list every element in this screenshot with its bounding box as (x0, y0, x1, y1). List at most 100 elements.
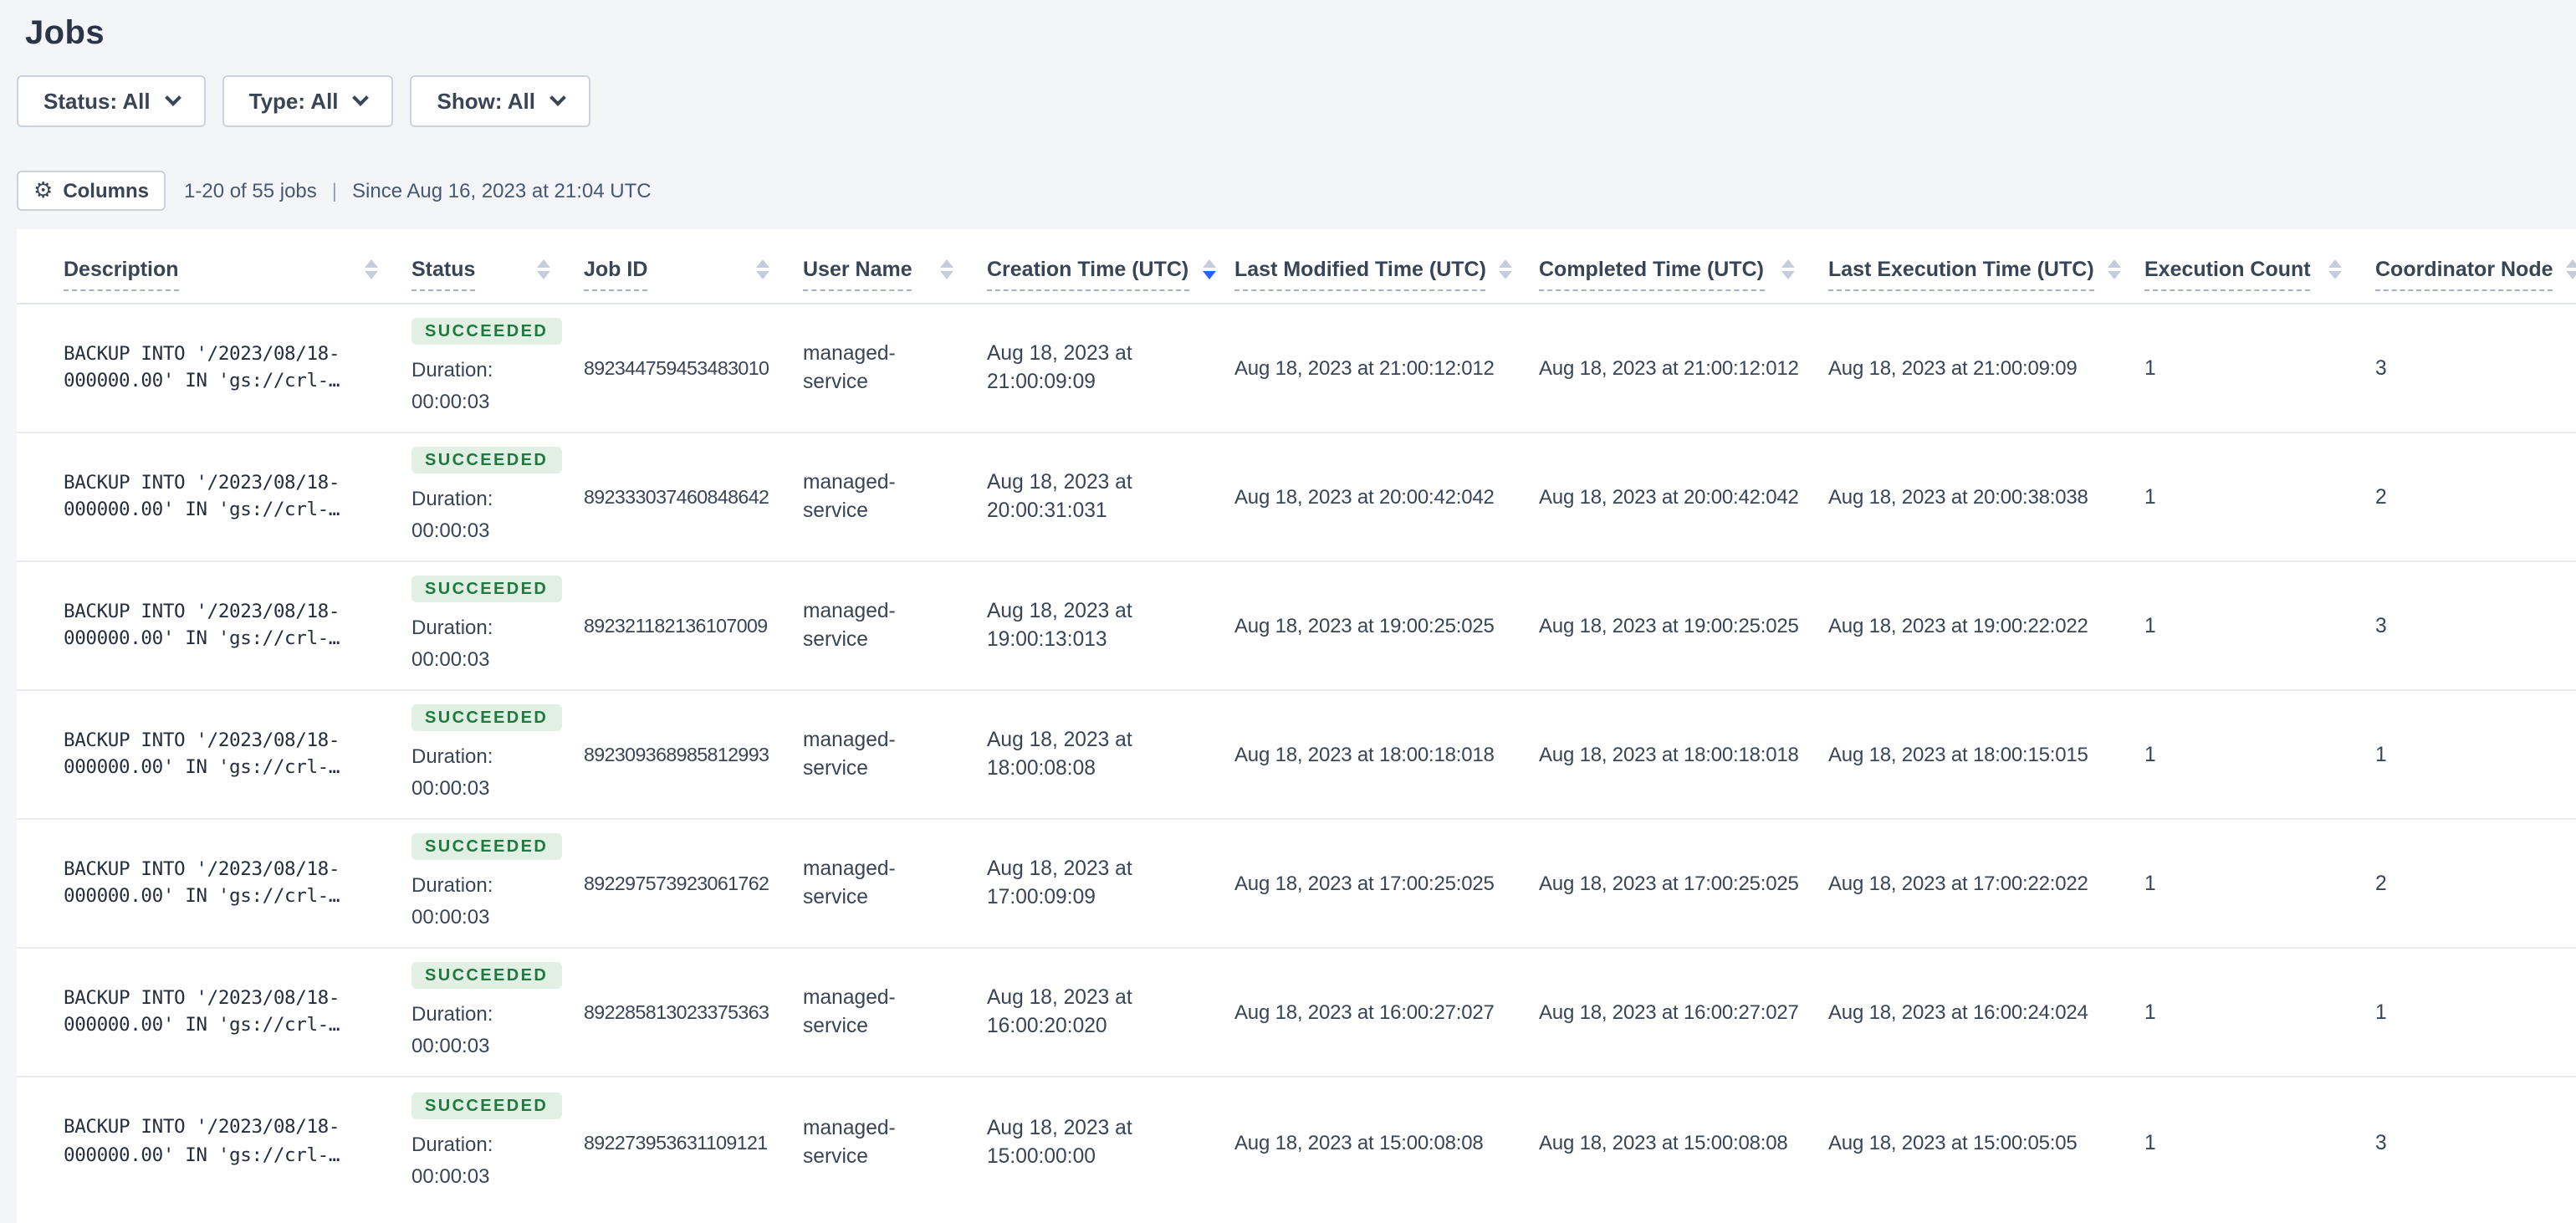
status-cell: SUCCEEDED Duration: 00:00:03 (411, 949, 584, 1077)
column-header-coordinator-node[interactable]: Coordinator Node (2375, 229, 2576, 304)
last-execution-time: Aug 18, 2023 at 21:00:09:09 (1828, 356, 2078, 380)
coordinator-node-cell: 2 (2375, 820, 2576, 949)
table-row: BACKUP INTO '/2023/08/18- 000000.00' IN … (17, 691, 2576, 820)
creation-time: Aug 18, 2023 at 20:00:31:031 (987, 468, 1198, 525)
user-name-cell: managed-service (803, 820, 987, 949)
job-description-link[interactable]: BACKUP INTO '/2023/08/18- (64, 985, 378, 1012)
completed-time-cell: Aug 18, 2023 at 18:00:18:018 (1539, 691, 1828, 820)
job-id-cell: 892333037460848642 (584, 433, 803, 562)
table-row: BACKUP INTO '/2023/08/18- 000000.00' IN … (17, 433, 2576, 562)
execution-count: 1 (2144, 1000, 2156, 1024)
coordinator-node-cell: 3 (2375, 304, 2576, 433)
user-name: managed-service (803, 1113, 950, 1170)
sort-desc-icon (1202, 259, 1215, 279)
job-id-cell: 892285813023375363 (584, 949, 803, 1077)
sort-icon (940, 259, 953, 279)
table-row: BACKUP INTO '/2023/08/18- 000000.00' IN … (17, 562, 2576, 691)
status-badge: SUCCEEDED (411, 962, 561, 989)
user-name-cell: managed-service (803, 1077, 987, 1206)
column-header-completed-time[interactable]: Completed Time (UTC) (1539, 229, 1828, 304)
last-modified-time: Aug 18, 2023 at 21:00:12:012 (1234, 356, 1495, 380)
column-header-last-execution-time[interactable]: Last Execution Time (UTC) (1828, 229, 2144, 304)
execution-count-cell: 1 (2144, 820, 2375, 949)
status-cell: SUCCEEDED Duration: 00:00:03 (411, 433, 584, 562)
job-id: 892333037460848642 (584, 487, 769, 509)
job-id-cell: 892297573923061762 (584, 820, 803, 949)
description-cell: BACKUP INTO '/2023/08/18- 000000.00' IN … (17, 691, 411, 820)
columns-button-label: Columns (63, 179, 149, 202)
user-name-cell: managed-service (803, 949, 987, 1077)
coordinator-node: 2 (2375, 485, 2387, 509)
column-header-creation-time[interactable]: Creation Time (UTC) (987, 229, 1234, 304)
column-header-execution-count[interactable]: Execution Count (2144, 229, 2375, 304)
job-description-link[interactable]: 000000.00' IN 'gs://crl-… (64, 883, 378, 911)
execution-count: 1 (2144, 1130, 2156, 1154)
user-name: managed-service (803, 340, 950, 397)
jobs-table: Description Status Job ID User Name (17, 229, 2576, 1223)
sort-icon (365, 259, 378, 279)
job-description-link[interactable]: 000000.00' IN 'gs://crl-… (64, 755, 378, 782)
job-description-link[interactable]: 000000.00' IN 'gs://crl-… (64, 368, 378, 396)
column-header-job-id[interactable]: Job ID (584, 229, 803, 304)
job-description-link[interactable]: BACKUP INTO '/2023/08/18- (64, 340, 378, 368)
coordinator-node: 1 (2375, 1000, 2387, 1024)
completed-time: Aug 18, 2023 at 15:00:08:08 (1539, 1130, 1788, 1154)
column-header-description[interactable]: Description (17, 229, 411, 304)
creation-time-cell: Aug 18, 2023 at 15:00:00:00 (987, 1077, 1234, 1206)
status-filter-label: Status: All (43, 89, 151, 114)
table-row: BACKUP INTO '/2023/08/18- 000000.00' IN … (17, 949, 2576, 1077)
job-id-cell: 892273953631109121 (584, 1077, 803, 1206)
gear-icon: ⚙ (33, 180, 53, 202)
description-cell: BACKUP INTO '/2023/08/18- 000000.00' IN … (17, 562, 411, 691)
execution-count: 1 (2144, 356, 2156, 380)
type-filter-dropdown[interactable]: Type: All (222, 75, 394, 127)
job-id: 892285813023375363 (584, 1002, 769, 1024)
coordinator-node-cell: 1 (2375, 949, 2576, 1077)
user-name-cell: managed-service (803, 691, 987, 820)
job-description-link[interactable]: BACKUP INTO '/2023/08/18- (64, 727, 378, 755)
table-row: BACKUP INTO '/2023/08/18- 000000.00' IN … (17, 1077, 2576, 1206)
user-name-cell: managed-service (803, 562, 987, 691)
status-badge: SUCCEEDED (411, 576, 561, 602)
last-execution-time-cell: Aug 18, 2023 at 19:00:22:022 (1828, 562, 2144, 691)
column-header-user-name[interactable]: User Name (803, 229, 987, 304)
job-description-link[interactable]: BACKUP INTO '/2023/08/18- (64, 856, 378, 883)
last-execution-time: Aug 18, 2023 at 17:00:22:022 (1828, 872, 2088, 895)
coordinator-node: 3 (2375, 614, 2387, 637)
column-header-last-modified-time[interactable]: Last Modified Time (UTC) (1234, 229, 1539, 304)
show-filter-label: Show: All (437, 89, 536, 114)
job-description-link[interactable]: BACKUP INTO '/2023/08/18- (64, 1114, 378, 1142)
job-description-link[interactable]: 000000.00' IN 'gs://crl-… (64, 1142, 378, 1169)
status-cell: SUCCEEDED Duration: 00:00:03 (411, 304, 584, 433)
table-toolbar: ⚙ Columns 1-20 of 55 jobs | Since Aug 16… (17, 171, 2576, 211)
last-modified-time: Aug 18, 2023 at 20:00:42:042 (1234, 485, 1495, 509)
sort-icon (1781, 259, 1795, 279)
creation-time: Aug 18, 2023 at 21:00:09:09 (987, 340, 1198, 397)
execution-count-cell: 1 (2144, 433, 2375, 562)
job-duration: Duration: 00:00:03 (411, 484, 529, 547)
show-filter-dropdown[interactable]: Show: All (411, 75, 591, 127)
status-cell: SUCCEEDED Duration: 00:00:03 (411, 820, 584, 949)
chevron-down-icon (165, 90, 181, 106)
execution-count: 1 (2144, 614, 2156, 637)
columns-button[interactable]: ⚙ Columns (17, 171, 166, 211)
last-modified-time-cell: Aug 18, 2023 at 16:00:27:027 (1234, 949, 1539, 1077)
creation-time-cell: Aug 18, 2023 at 20:00:31:031 (987, 433, 1234, 562)
completed-time-cell: Aug 18, 2023 at 17:00:25:025 (1539, 820, 1828, 949)
coordinator-node: 3 (2375, 1130, 2387, 1154)
status-filter-dropdown[interactable]: Status: All (17, 75, 206, 127)
job-description-link[interactable]: BACKUP INTO '/2023/08/18- (64, 469, 378, 497)
job-description-link[interactable]: 000000.00' IN 'gs://crl-… (64, 497, 378, 525)
status-badge: SUCCEEDED (411, 833, 561, 860)
execution-count-cell: 1 (2144, 949, 2375, 1077)
execution-count: 1 (2144, 872, 2156, 895)
job-description-link[interactable]: 000000.00' IN 'gs://crl-… (64, 626, 378, 653)
coordinator-node-cell: 3 (2375, 1077, 2576, 1206)
job-description-link[interactable]: BACKUP INTO '/2023/08/18- (64, 598, 378, 626)
job-description-link[interactable]: 000000.00' IN 'gs://crl-… (64, 1012, 378, 1040)
filters-bar: Status: All Type: All Show: All (17, 75, 2576, 127)
status-badge: SUCCEEDED (411, 318, 561, 345)
coordinator-node: 1 (2375, 743, 2387, 766)
column-header-status[interactable]: Status (411, 229, 584, 304)
job-id-cell: 892321182136107009 (584, 562, 803, 691)
